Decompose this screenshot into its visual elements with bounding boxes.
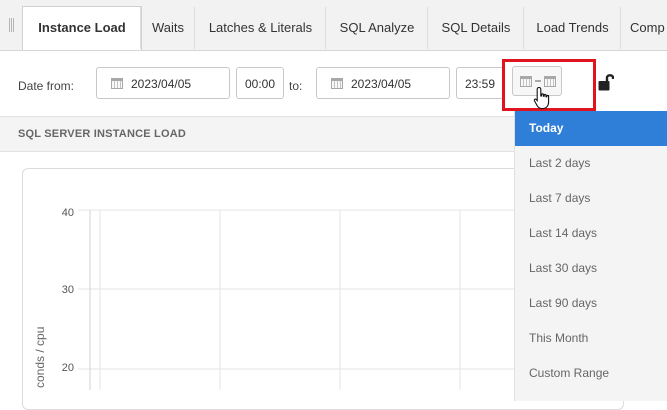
preset-last-14-days[interactable]: Last 14 days	[515, 216, 667, 251]
preset-last-30-days[interactable]: Last 30 days	[515, 251, 667, 286]
preset-last-7-days[interactable]: Last 7 days	[515, 181, 667, 216]
preset-custom-range[interactable]: Custom Range	[515, 356, 667, 391]
y-tick-label: 30	[61, 284, 74, 296]
y-tick-label: 40	[61, 207, 74, 219]
preset-last-90-days[interactable]: Last 90 days	[515, 286, 667, 321]
preset-this-month[interactable]: This Month	[515, 321, 667, 356]
preset-today[interactable]: Today	[515, 111, 667, 146]
preset-last-2-days[interactable]: Last 2 days	[515, 146, 667, 181]
y-axis-label: conds / cpu	[33, 326, 47, 388]
date-preset-dropdown: Today Last 2 days Last 7 days Last 14 da…	[514, 111, 667, 401]
y-tick-label: 20	[61, 362, 74, 374]
